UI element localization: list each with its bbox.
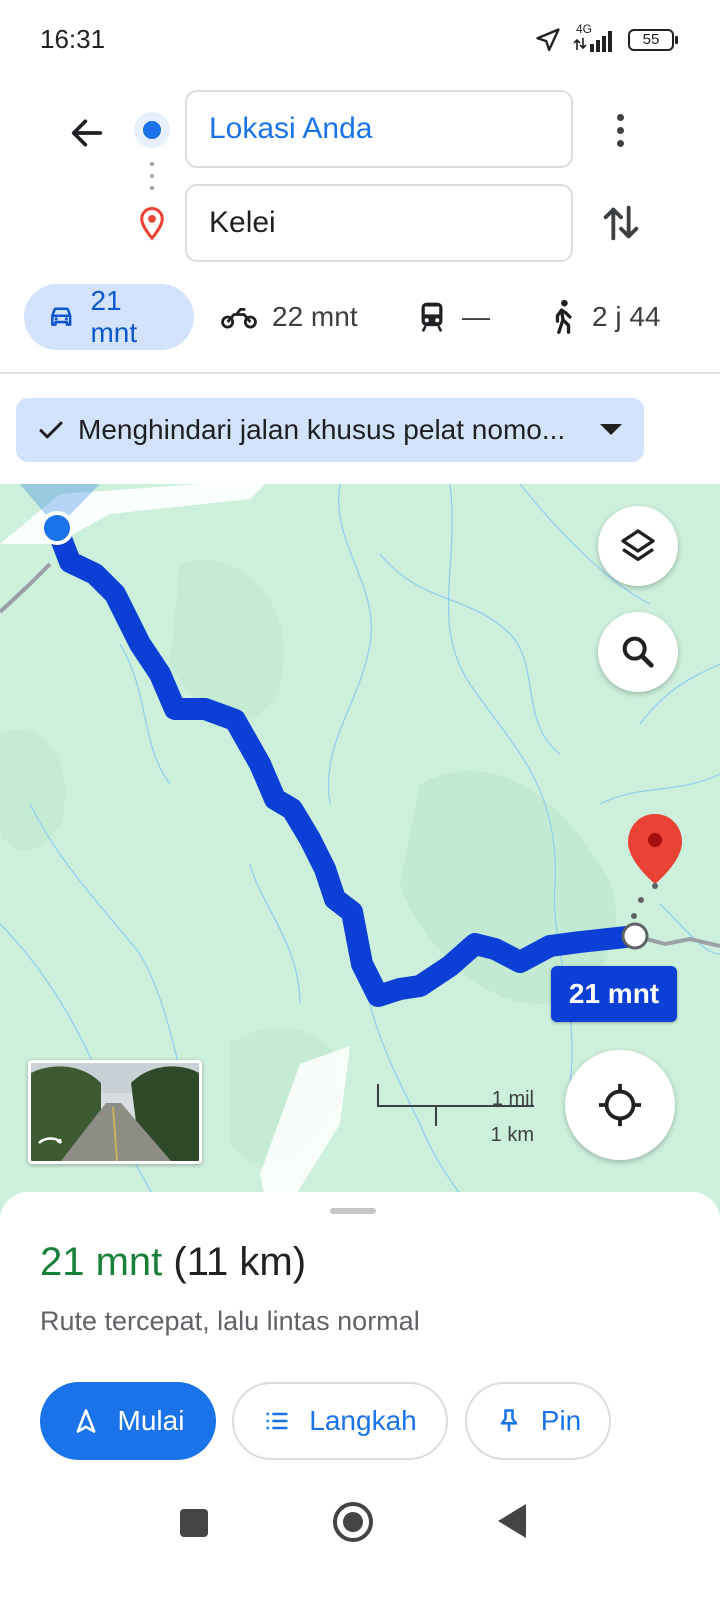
network-type: 4G xyxy=(576,22,593,36)
route-duration: 21 mnt xyxy=(40,1240,163,1284)
tab-motorcycle[interactable]: 22 mnt xyxy=(220,284,358,350)
my-location-button[interactable] xyxy=(565,1050,675,1160)
train-icon xyxy=(421,302,443,332)
scale-miles: 1 mil xyxy=(491,1088,534,1110)
destination-field[interactable]: Kelei xyxy=(185,184,573,262)
list-icon xyxy=(266,1412,288,1430)
search-icon xyxy=(622,636,654,668)
swap-directions-icon[interactable] xyxy=(598,200,644,246)
tab-transit[interactable]: — xyxy=(416,284,490,350)
destination-pin-icon xyxy=(140,207,164,241)
pin-button-label: Pin xyxy=(540,1405,582,1436)
map-scale: 1 mil 1 km xyxy=(376,1074,536,1146)
signal-icon: 4G xyxy=(572,22,618,54)
map-view[interactable]: 21 mnt 1 mil 1 km xyxy=(0,484,720,1224)
route-distance: (11 km) xyxy=(173,1240,307,1284)
car-icon xyxy=(51,307,72,326)
steps-button-label: Langkah xyxy=(309,1405,417,1436)
tab-transit-label: — xyxy=(462,301,490,332)
steps-button[interactable]: Langkah xyxy=(232,1382,448,1460)
route-options-label: Menghindari jalan khusus pelat nomo... xyxy=(78,414,566,445)
scale-km: 1 km xyxy=(490,1124,534,1146)
home-icon[interactable] xyxy=(333,1502,373,1542)
tab-motorcycle-label: 22 mnt xyxy=(272,301,358,332)
route-description: Rute tercepat, lalu lintas normal xyxy=(40,1306,420,1336)
pin-button[interactable]: Pin xyxy=(465,1382,611,1460)
arrow-left-icon xyxy=(71,119,103,147)
street-view-thumbnail[interactable] xyxy=(28,1060,202,1164)
start-button[interactable]: Mulai xyxy=(40,1382,216,1460)
map-layers-button[interactable] xyxy=(598,506,678,586)
system-navigation-bar xyxy=(0,1480,720,1600)
route-connector-dots xyxy=(149,162,155,190)
back-button[interactable] xyxy=(62,108,112,158)
more-options-button[interactable] xyxy=(600,108,640,152)
tab-walk[interactable]: 2 j 44 xyxy=(548,284,661,350)
layers-icon xyxy=(621,529,655,561)
navigation-arrow-icon xyxy=(76,1409,95,1433)
tab-car-label: 21 mnt xyxy=(90,285,138,348)
pushpin-icon xyxy=(500,1409,518,1432)
walking-icon xyxy=(555,299,572,334)
check-icon xyxy=(39,421,63,439)
tab-walk-label: 2 j 44 xyxy=(592,301,661,332)
map-search-button[interactable] xyxy=(598,612,678,692)
origin-field[interactable]: Lokasi Anda xyxy=(185,90,573,168)
travel-mode-tabs: 21 mnt 22 mnt — 2 j 44 xyxy=(0,284,720,352)
motorcycle-icon xyxy=(221,308,257,329)
route-eta-label[interactable]: 21 mnt xyxy=(551,966,677,1022)
location-arrow-icon xyxy=(536,28,560,52)
street-view-image xyxy=(31,1063,199,1161)
status-time: 16:31 xyxy=(40,24,106,54)
start-button-label: Mulai xyxy=(117,1405,185,1436)
recents-icon[interactable] xyxy=(180,1509,208,1537)
route-options-chip[interactable]: Menghindari jalan khusus pelat nomo... xyxy=(16,398,644,462)
crosshair-icon xyxy=(598,1083,642,1127)
dropdown-caret-icon xyxy=(600,424,622,435)
tab-car[interactable]: 21 mnt xyxy=(24,284,194,350)
status-icons: 4G 55 xyxy=(534,20,678,60)
route-summary: 21 mnt (11 km) xyxy=(40,1240,306,1285)
status-bar: 16:31 4G 55 xyxy=(0,0,720,80)
header-divider xyxy=(0,372,720,374)
sheet-drag-handle[interactable] xyxy=(330,1208,376,1214)
origin-dot-icon xyxy=(134,112,170,148)
back-triangle-icon[interactable] xyxy=(498,1504,526,1538)
battery-icon: 55 xyxy=(628,29,678,51)
